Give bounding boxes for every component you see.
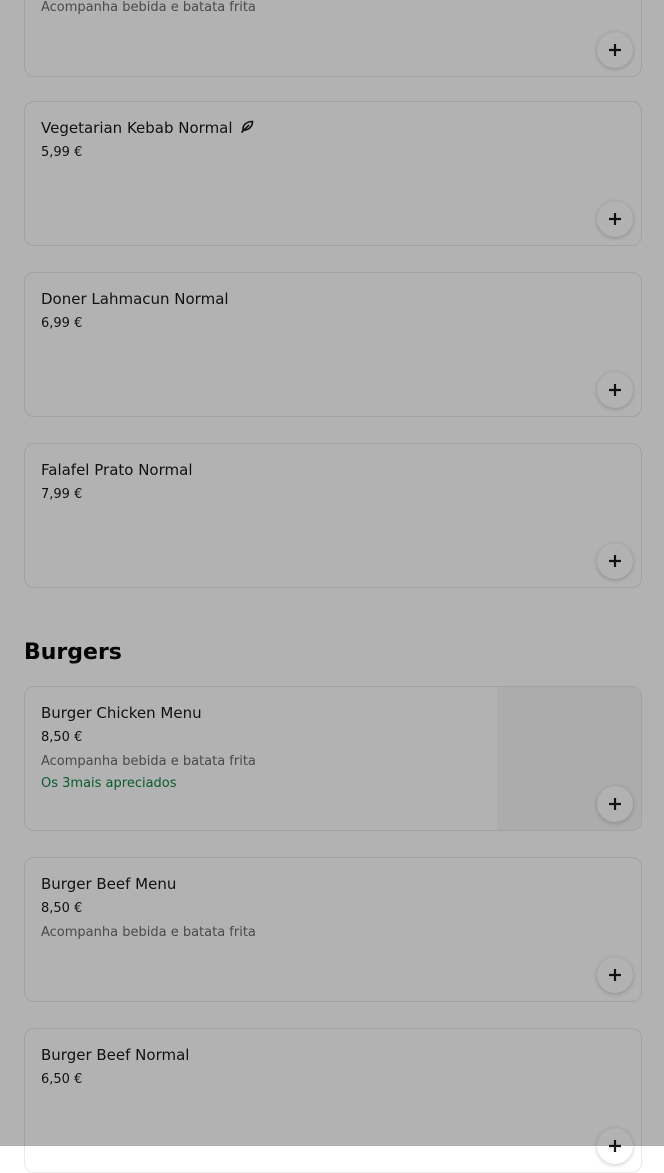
modal-backdrop[interactable]	[0, 0, 664, 1146]
